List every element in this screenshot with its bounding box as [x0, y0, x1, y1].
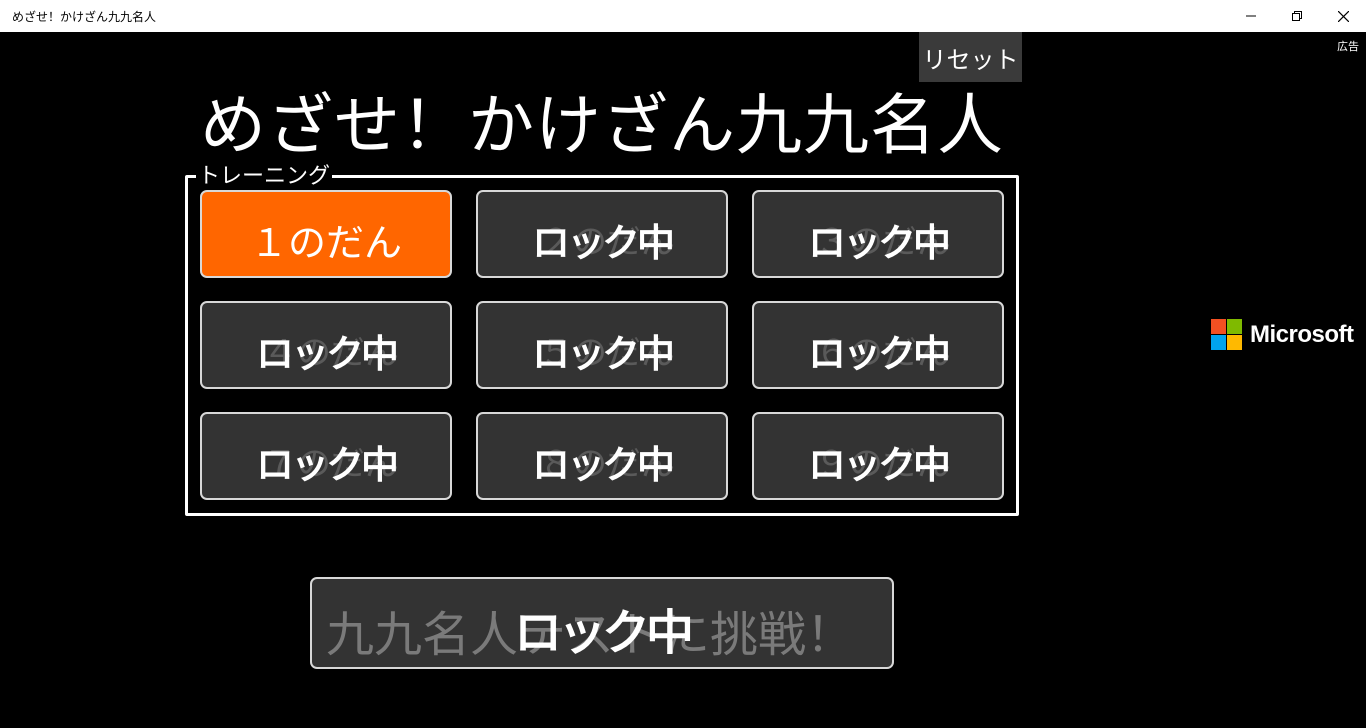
- training-label: トレーニング: [196, 158, 333, 190]
- close-button[interactable]: [1320, 0, 1366, 32]
- stage-button-7[interactable]: ７のだん ロック中: [200, 412, 452, 500]
- lock-label: ロック中: [807, 443, 951, 487]
- stage-label: １のだん: [249, 221, 402, 265]
- page-title: めざせ！かけざん九九名人: [200, 87, 1004, 164]
- restore-button[interactable]: [1274, 0, 1320, 32]
- app-content: 広告 リセット めざせ！かけざん九九名人 トレーニング １のだん ２のだん ロッ…: [0, 32, 1366, 728]
- stage-button-3[interactable]: ３のだん ロック中: [752, 190, 1004, 278]
- stage-button-2[interactable]: ２のだん ロック中: [476, 190, 728, 278]
- lock-label: ロック中: [531, 332, 675, 376]
- close-icon: [1337, 10, 1349, 22]
- lock-label: ロック中: [807, 221, 951, 265]
- challenge-button[interactable]: 九九名人テストに挑戦！ ロック中: [310, 577, 894, 669]
- stage-button-8[interactable]: ８のだん ロック中: [476, 412, 728, 500]
- stage-button-1[interactable]: １のだん: [200, 190, 452, 278]
- microsoft-logo-icon: [1211, 319, 1242, 350]
- microsoft-ad[interactable]: Microsoft: [1211, 319, 1354, 350]
- ad-label: 広告: [1337, 40, 1359, 53]
- minimize-icon: [1246, 15, 1256, 17]
- lock-label: ロック中: [807, 332, 951, 376]
- title-bar: めざせ！かけざん九九名人: [0, 0, 1366, 32]
- lock-label: ロック中: [255, 443, 399, 487]
- stage-button-6[interactable]: ６のだん ロック中: [752, 301, 1004, 389]
- window-title: めざせ！かけざん九九名人: [12, 10, 157, 24]
- lock-label: ロック中: [531, 443, 675, 487]
- ad-brand-name: Microsoft: [1250, 320, 1354, 348]
- lock-label: ロック中: [531, 221, 675, 265]
- stage-button-9[interactable]: ９のだん ロック中: [752, 412, 1004, 500]
- restore-icon: [1292, 11, 1302, 21]
- minimize-button[interactable]: [1228, 0, 1274, 32]
- lock-label: ロック中: [255, 332, 399, 376]
- stage-button-5[interactable]: ５のだん ロック中: [476, 301, 728, 389]
- lock-label: ロック中: [513, 605, 694, 661]
- stage-button-4[interactable]: ４のだん ロック中: [200, 301, 452, 389]
